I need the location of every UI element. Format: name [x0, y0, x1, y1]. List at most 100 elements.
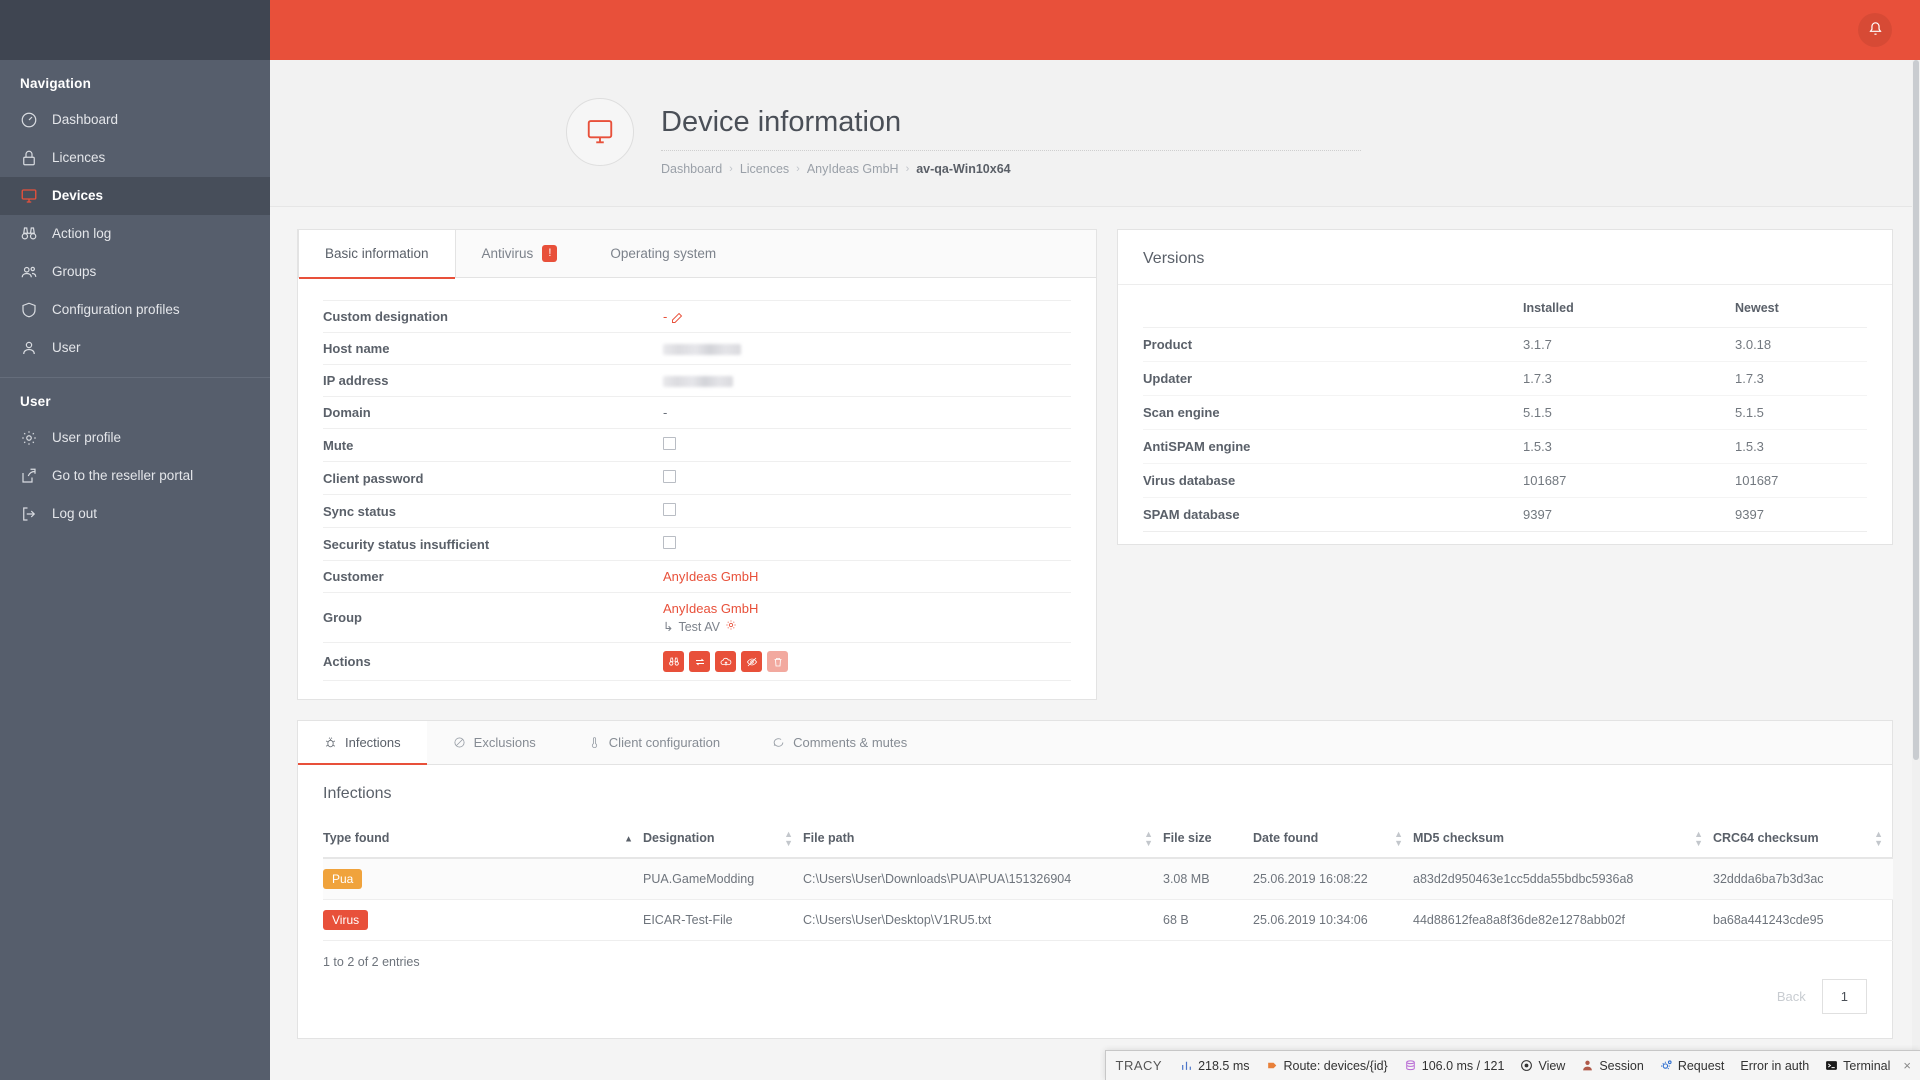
- cell-date-found: 25.06.2019 16:08:22: [1253, 858, 1413, 900]
- pagination-page-1[interactable]: 1: [1821, 979, 1867, 1014]
- sidebar-item-licences[interactable]: Licences: [0, 139, 270, 177]
- column-header-type-found[interactable]: Type found ▲: [323, 821, 643, 859]
- infections-table: Type found ▲ Designation ▲ ▼ File path ▲ ▼ Fi…: [323, 821, 1893, 941]
- sidebar-item-log-out[interactable]: Log out: [0, 495, 270, 533]
- edit-pencil-icon[interactable]: [671, 309, 683, 324]
- sidebar-item-action-log[interactable]: Action log: [0, 215, 270, 253]
- security-status-insufficient-checkbox[interactable]: [663, 536, 676, 549]
- row-value: [663, 528, 1071, 561]
- logo-area: [0, 0, 270, 60]
- breadcrumb-item-customer[interactable]: AnyIdeas GmbH: [807, 162, 899, 176]
- column-header-date-found[interactable]: Date found ▲ ▼: [1253, 821, 1413, 859]
- database-icon: [1404, 1059, 1417, 1072]
- breadcrumb-item-licences[interactable]: Licences: [740, 162, 789, 176]
- tab-basic-information[interactable]: Basic information: [298, 230, 456, 279]
- tab-exclusions[interactable]: Exclusions: [427, 721, 562, 764]
- table-row: SPAM database 9397 9397: [1143, 497, 1867, 532]
- breadcrumb-item-dashboard[interactable]: Dashboard: [661, 162, 722, 176]
- action-delete-button[interactable]: [767, 651, 788, 672]
- tab-antivirus[interactable]: Antivirus !: [456, 230, 585, 277]
- tracy-label: Request: [1677, 1058, 1725, 1073]
- cell-designation: PUA.GameModding: [643, 858, 803, 900]
- sidebar-item-reseller-portal[interactable]: Go to the reseller portal: [0, 457, 270, 495]
- tracy-item-request[interactable]: Request: [1652, 1059, 1733, 1073]
- mute-checkbox[interactable]: [663, 437, 676, 450]
- table-row: Mute: [323, 429, 1071, 462]
- scrollbar-thumb[interactable]: [1913, 60, 1919, 760]
- sort-icon: ▲ ▼: [1694, 829, 1703, 848]
- group-link[interactable]: AnyIdeas GmbH: [663, 601, 758, 616]
- column-header-file-path[interactable]: File path ▲ ▼: [803, 821, 1163, 859]
- table-header-row: Type found ▲ Designation ▲ ▼ File path ▲ ▼ Fi…: [323, 821, 1893, 859]
- tracy-item-error-in-auth[interactable]: Error in auth: [1732, 1059, 1817, 1073]
- row-label: Actions: [323, 654, 371, 669]
- column-header-md5-checksum[interactable]: MD5 checksum ▲ ▼: [1413, 821, 1713, 859]
- binoculars-icon: [668, 656, 680, 668]
- table-row: Scan engine 5.1.5 5.1.5: [1143, 395, 1867, 430]
- tracy-debug-bar: TRACY 218.5 ms Route: devices/{id} 106.0…: [1104, 1050, 1920, 1080]
- customer-link[interactable]: AnyIdeas GmbH: [663, 569, 758, 584]
- infections-panel: Infections Type found ▲ Designation ▲ ▼ Fil…: [297, 765, 1893, 1039]
- tab-operating-system[interactable]: Operating system: [584, 230, 743, 277]
- cell-md5: a83d2d950463e1cc5dda55bdbc5936a8: [1413, 858, 1713, 900]
- gear-icon[interactable]: [725, 619, 737, 634]
- cell-type-found: Pua: [323, 858, 643, 900]
- tracy-item-session[interactable]: Session: [1573, 1059, 1651, 1073]
- scrollbar-track[interactable]: [1912, 60, 1920, 1080]
- user-icon: [20, 339, 38, 357]
- bug-icon: [324, 736, 337, 749]
- sidebar-item-devices[interactable]: Devices: [0, 177, 270, 215]
- sync-status-checkbox[interactable]: [663, 503, 676, 516]
- column-header-file-size[interactable]: File size: [1163, 821, 1253, 859]
- version-label: AntiSPAM engine: [1143, 429, 1523, 464]
- table-row: AntiSPAM engine 1.5.3 1.5.3: [1143, 429, 1867, 464]
- tab-client-configuration[interactable]: Client configuration: [562, 721, 746, 764]
- tracy-item-terminal[interactable]: Terminal: [1817, 1059, 1898, 1073]
- device-tabs: Basic information Antivirus ! Operating …: [298, 230, 1096, 279]
- action-cloud-upload-button[interactable]: [715, 651, 736, 672]
- sidebar-item-label: User: [52, 340, 81, 355]
- sidebar: Navigation Dashboard Licences Devices Ac…: [0, 0, 270, 1080]
- versions-col-installed: Installed: [1523, 289, 1735, 328]
- sidebar-item-user-profile[interactable]: User profile: [0, 419, 270, 457]
- tab-label: Infections: [345, 735, 401, 750]
- tab-infections[interactable]: Infections: [298, 721, 427, 765]
- table-row[interactable]: Pua PUA.GameModding C:\Users\User\Downlo…: [323, 858, 1893, 900]
- sidebar-item-dashboard[interactable]: Dashboard: [0, 101, 270, 139]
- tracy-item-database[interactable]: 106.0 ms / 121: [1396, 1059, 1513, 1073]
- tab-comments-mutes[interactable]: Comments & mutes: [746, 721, 933, 764]
- version-label: Scan engine: [1143, 395, 1523, 430]
- column-label: MD5 checksum: [1413, 831, 1505, 845]
- version-newest: 1.5.3: [1735, 429, 1867, 464]
- subgroup-arrow-icon: ↳: [663, 620, 674, 634]
- action-transfer-button[interactable]: [689, 651, 710, 672]
- sidebar-item-label: Configuration profiles: [52, 302, 180, 317]
- row-value: AnyIdeas GmbH ↳ Test AV: [663, 593, 1071, 643]
- breadcrumb-separator: ›: [729, 163, 733, 175]
- session-icon: [1581, 1059, 1594, 1072]
- cell-date-found: 25.06.2019 10:34:06: [1253, 899, 1413, 941]
- tracy-item-time[interactable]: 218.5 ms: [1172, 1059, 1257, 1073]
- arrow-right-icon: [1266, 1059, 1279, 1072]
- external-link-icon: [20, 467, 38, 485]
- notifications-button[interactable]: [1858, 13, 1892, 47]
- pagination-back-button[interactable]: Back: [1761, 980, 1822, 1013]
- sidebar-item-user[interactable]: User: [0, 329, 270, 367]
- sidebar-item-groups[interactable]: Groups: [0, 253, 270, 291]
- tracy-close-button[interactable]: ×: [1898, 1058, 1918, 1073]
- table-row: Custom designation -: [323, 300, 1071, 333]
- column-header-crc64-checksum[interactable]: CRC64 checksum ▲ ▼: [1713, 821, 1893, 859]
- table-row[interactable]: Virus EICAR-Test-File C:\Users\User\Desk…: [323, 899, 1893, 941]
- table-header-row: Installed Newest: [1143, 289, 1867, 328]
- tracy-item-view[interactable]: View: [1512, 1059, 1573, 1073]
- tracy-item-route[interactable]: Route: devices/{id}: [1258, 1059, 1396, 1073]
- action-eye-off-button[interactable]: [741, 651, 762, 672]
- sidebar-item-configuration-profiles[interactable]: Configuration profiles: [0, 291, 270, 329]
- column-header-designation[interactable]: Designation ▲ ▼: [643, 821, 803, 859]
- version-installed: 1.5.3: [1523, 429, 1735, 464]
- bar-chart-icon: [1180, 1059, 1193, 1072]
- client-password-checkbox[interactable]: [663, 470, 676, 483]
- column-label: Designation: [643, 831, 715, 845]
- action-binoculars-button[interactable]: [663, 651, 684, 672]
- versions-col-name: [1143, 289, 1523, 328]
